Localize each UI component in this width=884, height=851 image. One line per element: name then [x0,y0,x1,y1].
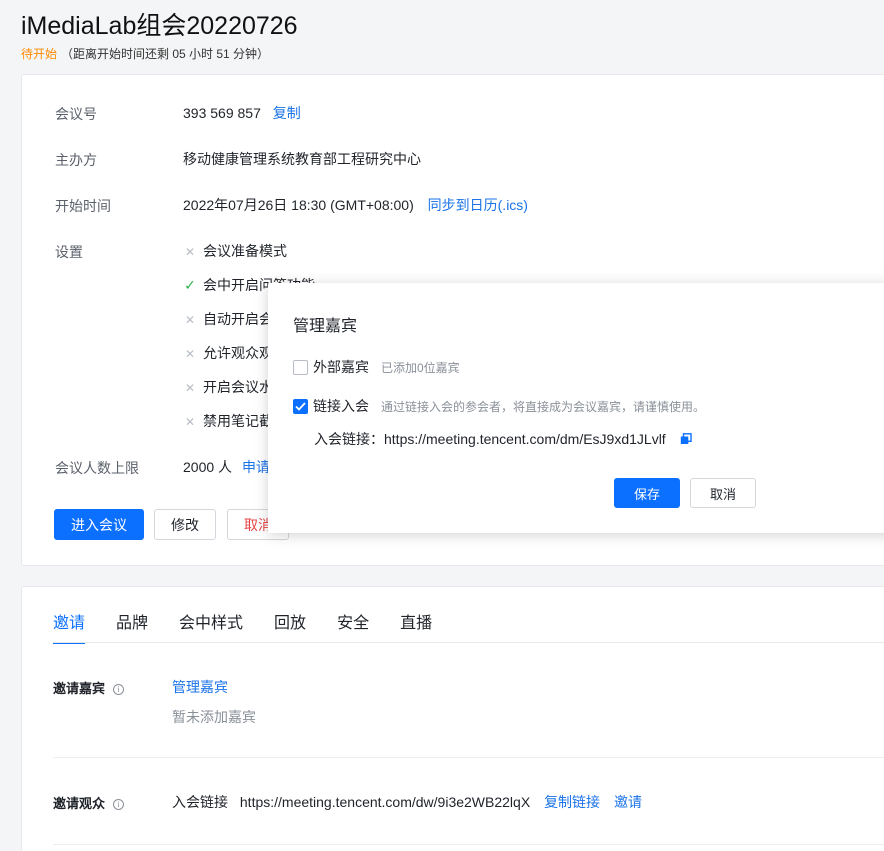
setting-text: 禁用笔记截 [203,413,273,429]
invite-audience-label: 邀请观众 [53,796,106,811]
capacity-label: 会议人数上限 [55,460,139,476]
link-join-label: 链接入会 [313,398,369,414]
external-guests-row: 外部嘉宾 已添加0位嘉宾 [293,357,460,377]
close-icon: ✕ [184,245,196,259]
sync-calendar-link[interactable]: 同步到日历(.ics) [428,197,528,213]
countdown-text: （距离开始时间还剩 05 小时 51 分钟） [61,47,270,61]
setting-item: ✕ 禁用笔记截 [183,411,273,431]
section-divider [53,844,884,845]
invite-guests-section: 邀请嘉宾 i [53,678,125,697]
external-guests-label: 外部嘉宾 [313,359,369,375]
capacity-value: 2000 人 [183,459,233,475]
setting-text: 会议准备模式 [203,243,287,259]
audience-link-text: https://meeting.tencent.com/dw/9i3e2WB22… [239,794,531,810]
host-value: 移动健康管理系统教育部工程研究中心 [183,151,421,167]
status-line: 待开始 （距离开始时间还剩 05 小时 51 分钟） [21,45,269,62]
audience-link-row: 入会链接 https://meeting.tencent.com/dw/9i3e… [172,792,642,812]
invite-audience-section: 邀请观众 i [53,793,125,812]
tabs-divider [53,642,884,643]
link-join-row: 链接入会 通过链接入会的参会者，将直接成为会议嘉宾，请谨慎使用。 [293,396,705,416]
setting-item: ✕ 允许观众观 [183,343,273,363]
external-guests-hint: 已添加0位嘉宾 [381,360,460,375]
manage-guests-dialog: 管理嘉宾 外部嘉宾 已添加0位嘉宾 链接入会 通过链接入会的参会者，将直接成为会… [268,283,884,533]
setting-text: 允许观众观 [203,345,273,361]
link-join-checkbox[interactable] [293,398,308,414]
host-label: 主办方 [55,152,97,168]
close-icon: ✕ [184,381,196,395]
copy-icon[interactable] [680,433,692,445]
page-title: iMediaLab组会20220726 [21,12,298,40]
check-icon: ✓ [184,277,196,293]
settings-label: 设置 [55,244,83,260]
invite-guests-label: 邀请嘉宾 [53,681,106,696]
meeting-id-value: 393 569 857 [183,105,261,121]
status-badge: 待开始 [21,47,58,61]
tab-meeting-style[interactable]: 会中样式 [179,609,243,643]
setting-item: ✕ 会议准备模式 [183,241,287,261]
dialog-join-link-row: 入会链接： https://meeting.tencent.com/dm/EsJ… [314,429,692,449]
apply-capacity-link[interactable]: 申请 [242,459,270,475]
check-icon [295,401,306,411]
tab-live[interactable]: 直播 [400,609,432,643]
dialog-join-link-label: 入会链接： [314,431,384,447]
info-icon[interactable]: i [113,684,125,695]
copy-meeting-id-link[interactable]: 复制 [273,105,301,121]
close-icon: ✕ [184,347,196,361]
copy-link-button[interactable]: 复制链接 [544,794,600,810]
dialog-title: 管理嘉宾 [293,318,358,335]
tab-playback[interactable]: 回放 [274,609,306,643]
close-icon: ✕ [184,313,196,327]
external-guests-checkbox[interactable] [293,359,308,375]
tab-invite[interactable]: 邀请 [53,609,86,644]
edit-button[interactable]: 修改 [154,509,216,540]
tab-brand[interactable]: 品牌 [116,609,148,643]
start-time-value: 2022年07月26日 18:30 (GMT+08:00) [183,197,414,213]
dialog-cancel-button[interactable]: 取消 [690,478,756,508]
save-button[interactable]: 保存 [614,478,680,508]
start-time-label: 开始时间 [55,198,111,214]
dialog-join-link-text: https://meeting.tencent.com/dm/EsJ9xd1JL… [384,431,666,447]
tab-bar: 邀请 品牌 会中样式 回放 安全 直播 [53,609,463,644]
enter-meeting-button[interactable]: 进入会议 [54,509,144,540]
setting-text: 自动开启会 [203,311,273,327]
meeting-id-label: 会议号 [55,106,97,122]
setting-item: ✕ 自动开启会 [183,309,273,329]
no-guests-text: 暂未添加嘉宾 [172,709,256,725]
setting-text: 开启会议水 [203,379,273,395]
tab-security[interactable]: 安全 [337,609,369,643]
meeting-options-card: 邀请 品牌 会中样式 回放 安全 直播 邀请嘉宾 i 管理嘉宾 暂未添加嘉宾 邀请… [21,586,884,851]
setting-item: ✕ 开启会议水 [183,377,273,397]
section-divider [53,757,884,758]
invite-button[interactable]: 邀请 [614,794,642,810]
join-link-label: 入会链接 [172,794,228,810]
close-icon: ✕ [184,415,196,429]
info-icon[interactable]: i [113,799,125,810]
manage-guests-link[interactable]: 管理嘉宾 [172,677,228,697]
link-join-hint: 通过链接入会的参会者，将直接成为会议嘉宾，请谨慎使用。 [381,399,706,414]
